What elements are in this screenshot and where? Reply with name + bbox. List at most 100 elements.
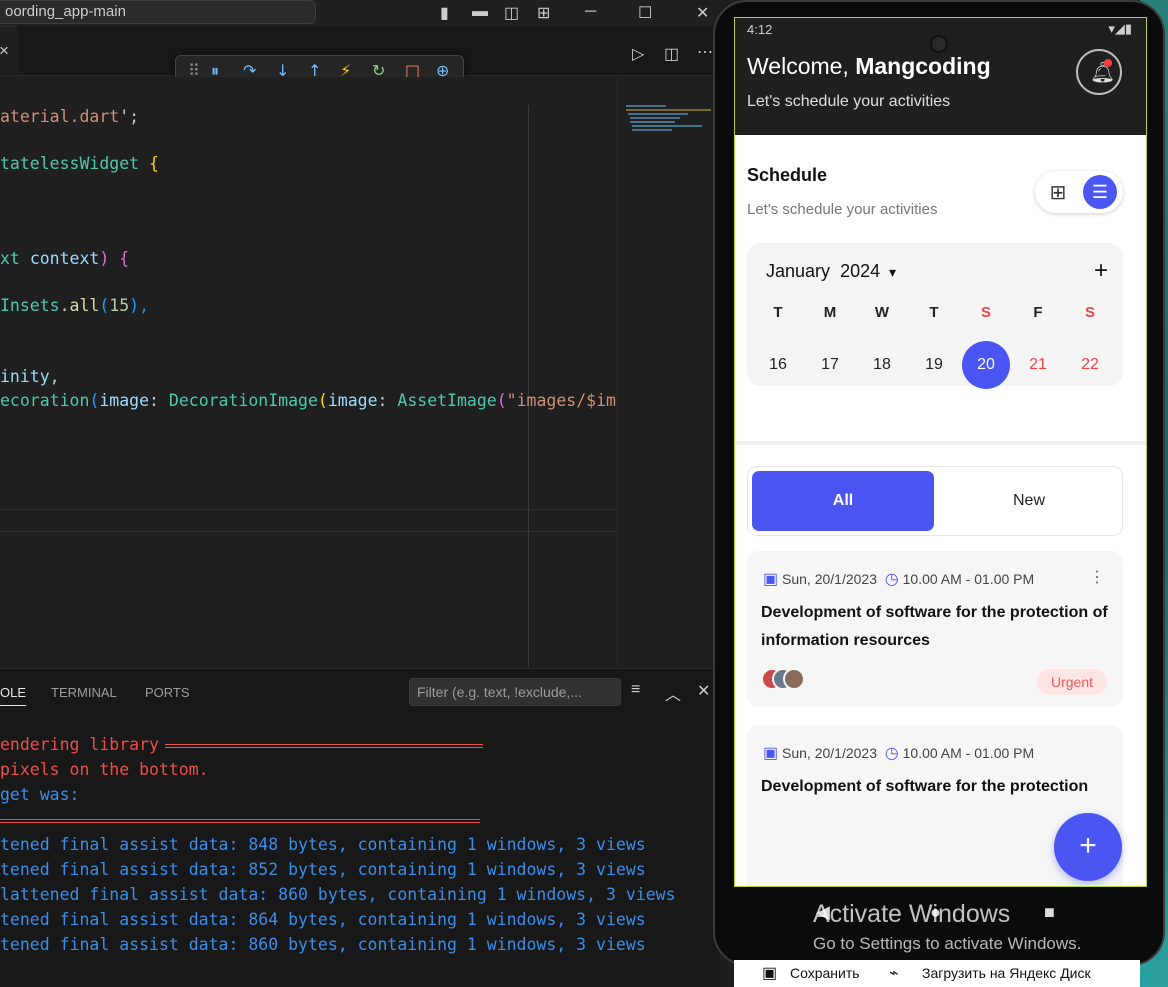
clear-console-icon[interactable]: ≡ (631, 681, 640, 699)
split-editor-icon[interactable]: ◫ (664, 44, 679, 64)
code-line: Insets.all(15), (0, 296, 149, 315)
console-line: tened final assist data: 852 bytes, cont… (0, 860, 646, 879)
tab-terminal[interactable]: TERMINAL (51, 685, 117, 700)
weekday-label: T (773, 304, 783, 321)
toggle-secondary-sidebar-icon[interactable]: ◫ (504, 3, 519, 23)
add-event-icon[interactable]: + (1094, 257, 1108, 285)
calendar-date[interactable]: 19 (910, 341, 958, 389)
selected-date[interactable]: 20 (962, 341, 1010, 389)
console-line: tened final assist data: 864 bytes, cont… (0, 910, 646, 929)
app-header: 4:12 ▾◢▮ Welcome, Mangcoding Let's sched… (735, 18, 1146, 135)
editor-tab[interactable]: × (0, 26, 18, 74)
console-text: lattened final assist data: 860 bytes, c… (0, 885, 676, 904)
code-token: image (327, 391, 378, 410)
upload-link[interactable]: Загрузить на Яндекс Диск (922, 965, 1091, 981)
code-token: ( (317, 391, 328, 410)
run-icon[interactable]: ▷ (632, 44, 644, 64)
console-line: tened final assist data: 848 bytes, cont… (0, 835, 646, 854)
code-token: ), (129, 296, 150, 315)
calendar-date[interactable]: 21 (1014, 341, 1062, 389)
code-token: ( (89, 391, 100, 410)
maximize-icon[interactable]: ☐ (638, 3, 652, 23)
view-toggle: ⊞ ☰ (1035, 171, 1123, 213)
calendar-card: January 2024 ▾ + T M W T S F S 16 17 18 19 20 21 22 (747, 243, 1123, 389)
list-view-icon[interactable]: ☰ (1083, 175, 1117, 209)
calendar-date[interactable]: 16 (754, 341, 802, 389)
calendar-date[interactable]: 17 (806, 341, 854, 389)
console-line (0, 810, 480, 829)
console-text: tened final assist data: 860 bytes, cont… (0, 935, 646, 954)
toggle-panel-icon[interactable]: ▬ (472, 3, 488, 21)
tab-ports[interactable]: PORTS (145, 685, 190, 700)
calendar-icon: ▣ (763, 571, 779, 588)
notification-dot (1104, 59, 1112, 67)
more-options-icon[interactable]: ⋮ (1089, 567, 1105, 587)
task-meta: ▣ Sun, 20/1/2023 ◷ 10.00 AM - 01.00 PM (763, 745, 1035, 762)
customize-layout-icon[interactable]: ⊞ (537, 3, 550, 23)
code-token: "images/$image (506, 391, 617, 410)
weekday-label: W (874, 304, 890, 321)
grid-view-icon[interactable]: ⊞ (1043, 178, 1073, 208)
code-token: tatelessWidget (0, 154, 140, 173)
code-token: . (59, 296, 70, 315)
more-actions-icon[interactable]: ⋯ (697, 42, 713, 62)
weekday-label: S (1084, 304, 1095, 321)
code-token: 15 (109, 296, 130, 315)
code-token: xt (0, 249, 30, 268)
activation-watermark-title: Activate Windows (813, 900, 1011, 928)
code-line: inity, (0, 367, 60, 386)
task-meta: ▣ Sun, 20/1/2023 ◷ 10.00 AM - 01.00 PM (763, 571, 1035, 588)
minimap[interactable] (617, 77, 720, 667)
code-line: tatelessWidget { (0, 154, 159, 173)
error-rule (0, 818, 480, 823)
code-token: ecoration (0, 391, 90, 410)
tab-new[interactable]: New (938, 471, 1120, 531)
close-tab-icon[interactable]: × (0, 41, 9, 61)
code-line: ecoration(image: DecorationImage(image: … (0, 391, 617, 410)
console-text: tened final assist data: 864 bytes, cont… (0, 910, 646, 929)
weekday-label: S (980, 304, 991, 321)
console-text: tened final assist data: 852 bytes, cont… (0, 860, 646, 879)
calendar-date[interactable]: 18 (858, 341, 906, 389)
notification-button[interactable]: 🔔︎ (1076, 49, 1122, 95)
command-center-search[interactable]: oording_app-main (0, 0, 316, 24)
priority-badge: Urgent (1037, 669, 1107, 695)
console-line: endering library (0, 735, 483, 754)
maximize-panel-icon[interactable]: ︿ (665, 681, 681, 705)
code-token: context (29, 249, 100, 268)
clock-icon: ◷ (884, 571, 899, 588)
bottom-panel: OLE TERMINAL PORTS Filter (e.g. text, !e… (0, 668, 720, 987)
task-title: Development of software for the protecti… (761, 778, 1089, 795)
code-token: inity (0, 367, 50, 386)
console-line: get was: (0, 785, 79, 804)
tab-debug-console[interactable]: OLE (0, 685, 27, 706)
task-card[interactable]: ▣ Sun, 20/1/2023 ◷ 10.00 AM - 01.00 PM ⋮… (747, 551, 1123, 707)
month-selector[interactable]: January 2024 ▾ (766, 261, 896, 282)
console-line: lattened final assist data: 860 bytes, c… (0, 885, 676, 904)
editor-ruler (528, 105, 529, 667)
code-token: all (69, 296, 100, 315)
close-window-icon[interactable]: ✕ (696, 3, 709, 23)
weekday-label: M (823, 304, 837, 321)
calendar-icon: ▣ (763, 745, 779, 762)
toggle-sidebar-icon[interactable]: ▮ (440, 3, 449, 23)
filter-input[interactable]: Filter (e.g. text, !exclude,... (409, 678, 621, 706)
close-panel-icon[interactable]: ✕ (697, 681, 710, 701)
code-editor[interactable]: aterial.dart'; tatelessWidget { xt context… (0, 77, 617, 667)
save-link[interactable]: Сохранить (790, 965, 860, 981)
header-subtitle: Let's schedule your activities (747, 93, 951, 110)
filter-tabs: All New (747, 466, 1123, 536)
code-line: aterial.dart'; (0, 107, 139, 126)
code-token: aterial.dart (0, 107, 120, 126)
user-name: Mangcoding (855, 53, 991, 79)
recents-icon[interactable]: ■ (1044, 902, 1055, 923)
add-task-button[interactable]: + (1054, 813, 1122, 881)
console-text: endering library (0, 735, 159, 754)
minimize-icon[interactable]: ─ (585, 3, 596, 21)
calendar-date[interactable]: 22 (1066, 341, 1114, 389)
tab-all[interactable]: All (752, 471, 934, 531)
weekday-label: F (1033, 304, 1043, 321)
editor-separator (0, 509, 617, 510)
welcome-text: Welcome, Mangcoding (747, 53, 991, 79)
code-token: { (139, 154, 159, 173)
